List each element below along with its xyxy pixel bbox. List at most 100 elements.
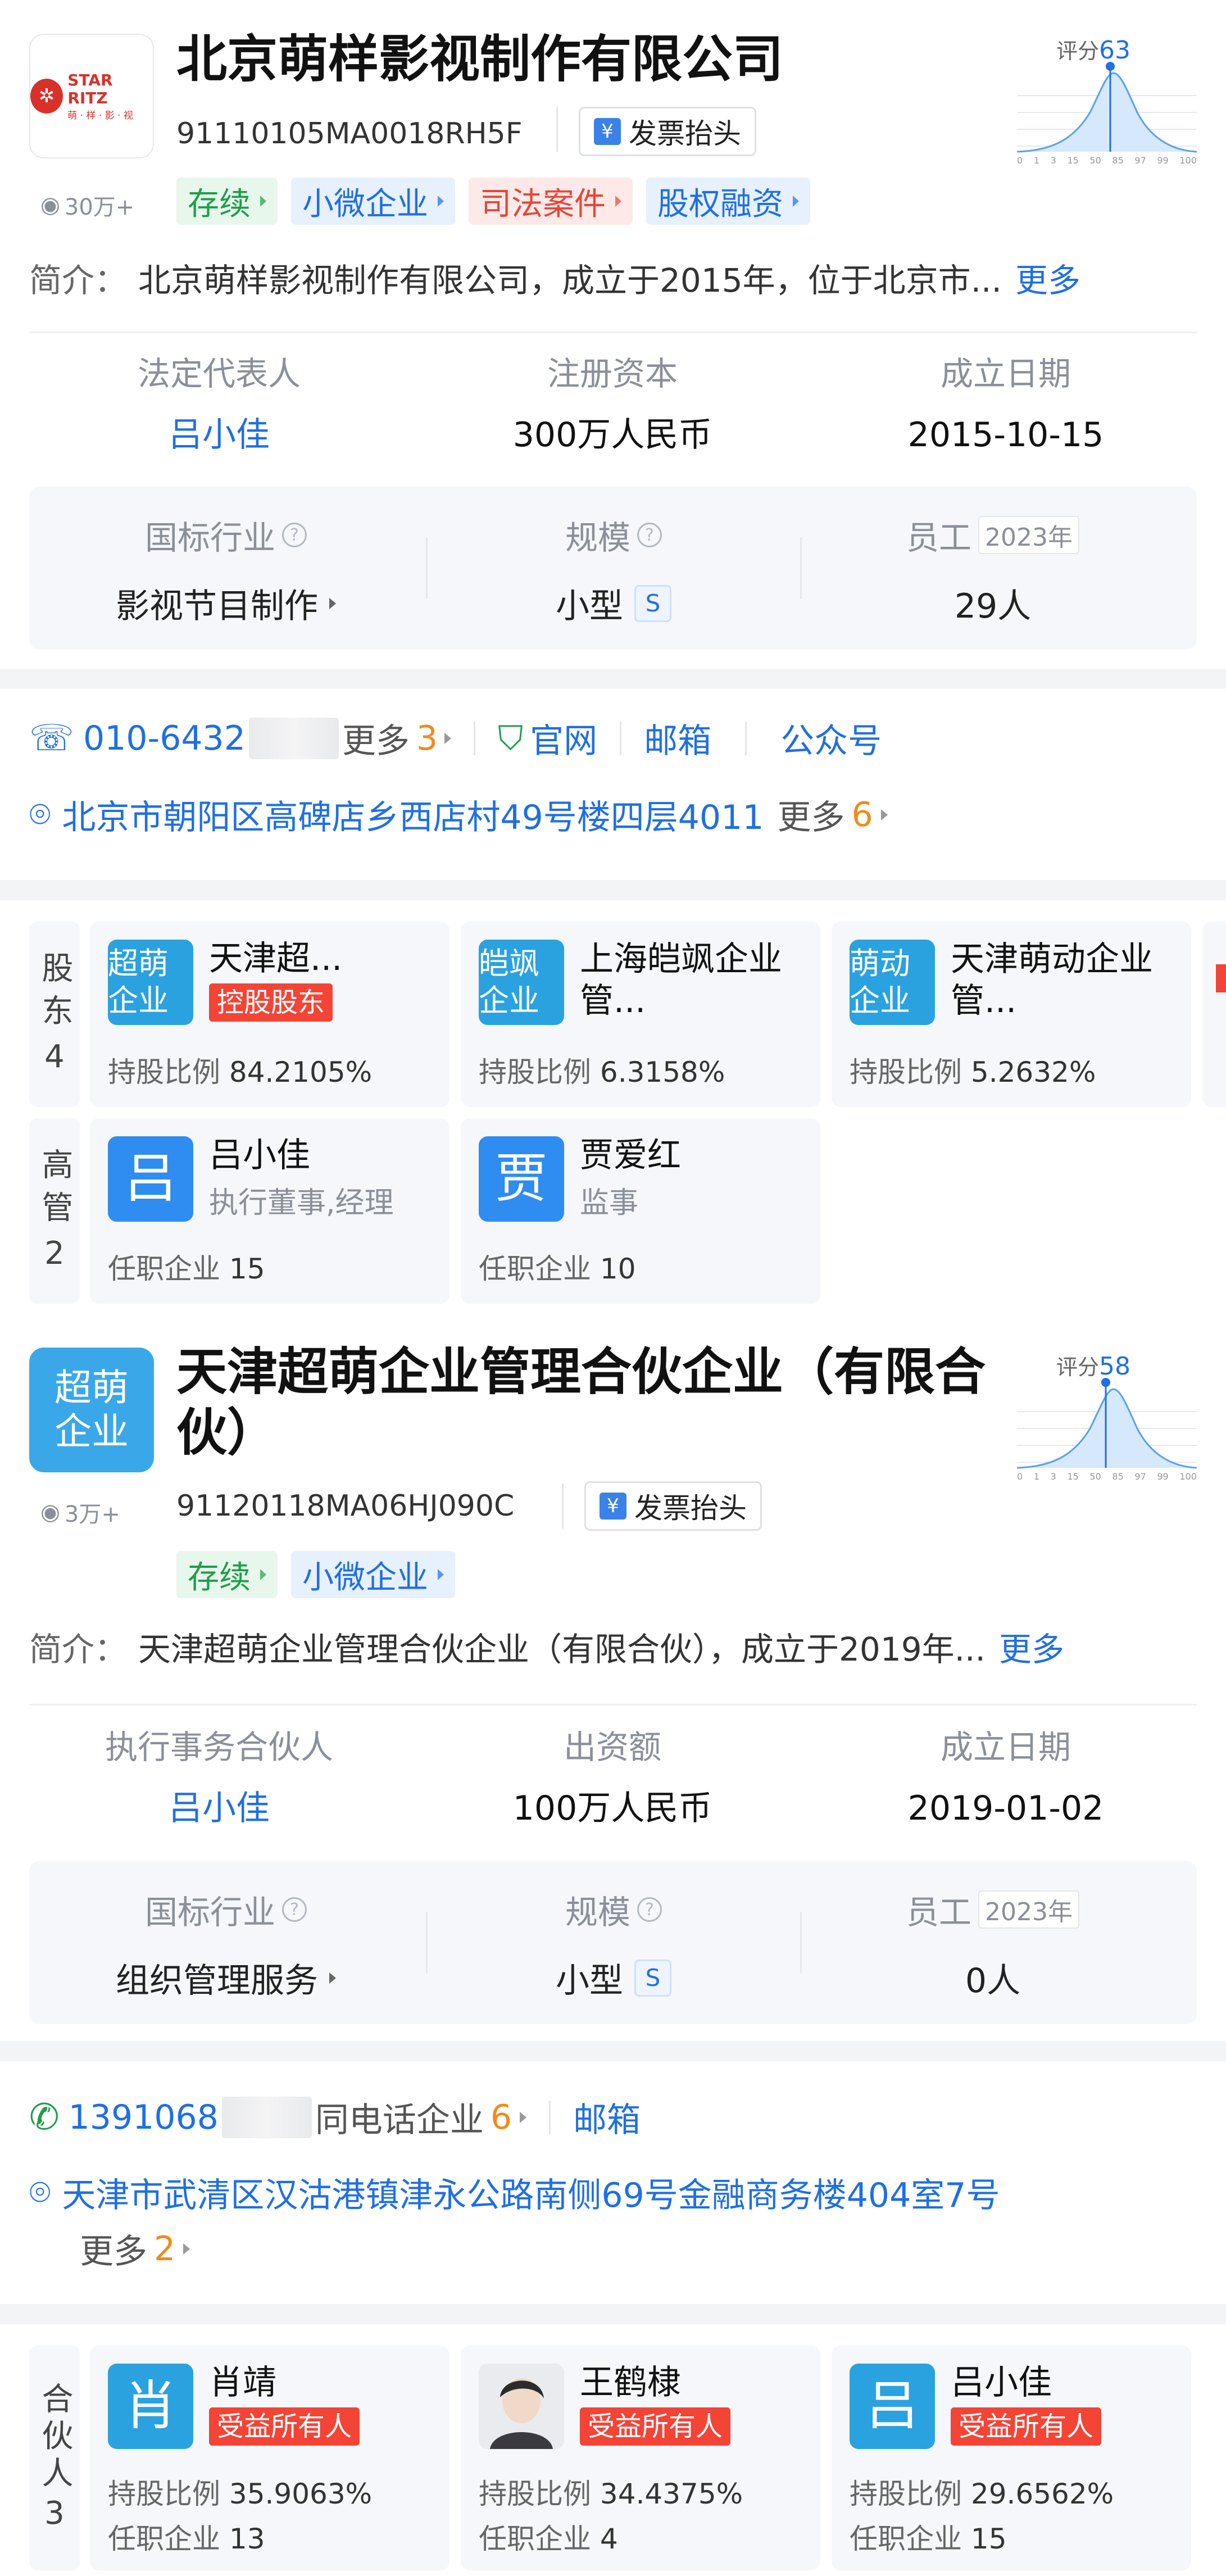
view-count: ◉ 30万+ (40, 189, 134, 221)
phone-number[interactable]: 010-6432 (83, 719, 246, 758)
tag-status[interactable]: 存续 (176, 178, 278, 225)
intro[interactable]: 简介： 北京萌样影视制作有限公司，成立于2015年，位于北京市... 更多 (29, 254, 1080, 301)
manager-avatar: 贾 (479, 1136, 564, 1222)
invoice-icon: ¥ (600, 1493, 626, 1520)
help-icon[interactable]: ? (637, 1897, 662, 1922)
divider (549, 2100, 551, 2134)
shareholder-card-partial[interactable] (1202, 922, 1226, 1107)
partner-link[interactable]: 吕小佳 (79, 1786, 360, 1831)
score-distribution-curve (1017, 1378, 1197, 1469)
shareholder-avatar: 皑飒企业 (479, 940, 564, 1025)
manager-avatar: 吕 (108, 1136, 193, 1222)
stat-value: 29.6562% (970, 2478, 1114, 2510)
tag-judicial[interactable]: 司法案件 (469, 178, 633, 225)
address-row[interactable]: ⌾ 北京市朝阳区高碑店乡西店村49号楼四层4011 更多 6 (29, 790, 888, 839)
company-card-1[interactable]: ✲ STAR RITZ 萌 · 样 · 影 · 视 北京萌样影视制作有限公司 9… (0, 0, 1226, 669)
shareholding: 持股比例 34.4375% (479, 2471, 743, 2512)
contact-row: ✆ 1391068 同电话企业 6 邮箱 (29, 2093, 641, 2142)
stat-label: 任职企业 (108, 2523, 220, 2555)
address-more[interactable]: 更多 2 (80, 2224, 190, 2273)
stat-value: 5.2632% (970, 1056, 1096, 1089)
founded-date: 成立日期 2019-01-02 (865, 1727, 1146, 1831)
website-link[interactable]: 官网 (530, 714, 597, 763)
help-icon[interactable]: ? (637, 523, 662, 547)
address-more-link[interactable]: 更多 (777, 790, 844, 839)
intro-label: 简介： (29, 261, 128, 300)
tag-equity[interactable]: 股权融资 (646, 178, 810, 225)
shareholder-name: 天津超... (209, 939, 343, 978)
partner-card[interactable]: 肖 肖靖 受益所有人 持股比例 35.9063% 任职企业 13 (90, 2346, 449, 2570)
positions: 任职企业 13 (108, 2516, 265, 2557)
industry[interactable]: 国标行业? 影视节目制作 (29, 511, 423, 628)
intro-text: 北京萌样影视制作有限公司，成立于2015年，位于北京市... (138, 261, 1002, 300)
manager-card[interactable]: 吕 吕小佳 执行董事,经理 任职企业 15 (90, 1118, 449, 1304)
caret-right-icon (444, 732, 452, 744)
partner-card[interactable]: 吕 吕小佳 受益所有人 持股比例 29.6562% 任职企业 15 (832, 2346, 1191, 2570)
person-photo-icon (479, 2364, 564, 2449)
positions: 任职企业 15 (850, 2516, 1007, 2557)
same-phone-count: 6 (490, 2097, 512, 2137)
capital-value: 100万人民币 (512, 1789, 712, 1828)
partner-card[interactable]: 王鹤棣 受益所有人 持股比例 34.4375% 任职企业 4 (461, 2346, 820, 2570)
shield-check-icon: ⛉ (498, 718, 524, 758)
credit-code: 91110105MA0018RH5F (176, 117, 523, 151)
manager-card[interactable]: 贾 贾爱红 监事 任职企业 10 (461, 1118, 820, 1304)
positions: 任职企业 15 (108, 1246, 265, 1287)
scale: 规模? 小型 S (434, 1886, 793, 2002)
divider (426, 1912, 428, 1974)
scale-label: 规模 (565, 519, 630, 557)
industry[interactable]: 国标行业? 组织管理服务 (29, 1886, 423, 2002)
phone-icon: ✆ (29, 2096, 60, 2138)
divider (556, 107, 558, 152)
email-link[interactable]: 邮箱 (573, 2093, 641, 2142)
divider (800, 1912, 802, 1974)
company-card-2[interactable]: 超萌企业 天津超萌企业管理合伙企业（有限合伙） ◉ 3万+ 91120118MA0… (0, 1339, 1226, 2041)
tag-status[interactable]: 存续 (176, 1551, 278, 1598)
company-name[interactable]: 天津超萌企业管理合伙企业（有限合伙） (176, 1342, 1002, 1463)
scale-label: 规模 (565, 1893, 630, 1931)
help-icon[interactable]: ? (282, 523, 307, 547)
score-axis-ticks: 0 1 3 15 50 85 97 99 100 (1017, 1471, 1197, 1482)
scale-value: 小型 (556, 587, 623, 626)
help-icon[interactable]: ? (282, 1897, 307, 1922)
intro-more-link[interactable]: 更多 (1015, 261, 1080, 300)
divider (562, 1484, 564, 1529)
score-chart[interactable]: 评分63 0 1 3 15 50 85 97 99 100 (1017, 34, 1197, 169)
stat-label: 持股比例 (479, 2478, 591, 2510)
invoice-button[interactable]: ¥ 发票抬头 (584, 1481, 762, 1531)
divider (29, 1704, 1197, 1706)
score-chart[interactable]: 评分58 0 1 3 15 50 85 97 99 100 (1017, 1350, 1197, 1485)
eye-icon: ◉ (40, 192, 60, 218)
invoice-button[interactable]: ¥ 发票抬头 (579, 107, 756, 156)
shareholders-label: 股东 4 (29, 922, 80, 1107)
address-more-link[interactable]: 更多 (80, 2224, 147, 2273)
phone-number[interactable]: 1391068 (69, 2098, 219, 2137)
section-separator (0, 2041, 1226, 2061)
tag-small-business[interactable]: 小微企业 (291, 178, 455, 225)
phone-more-link[interactable]: 更多 (342, 714, 410, 763)
manager-role: 监事 (580, 1186, 639, 1220)
address-text[interactable]: 北京市朝阳区高碑店乡西店村49号楼四层4011 (62, 790, 764, 839)
staff: 员工 2023年 0人 (810, 1886, 1175, 2002)
shareholder-card[interactable]: 皑飒企业 上海皑飒企业管... 持股比例 6.3158% (461, 922, 820, 1107)
shareholder-card[interactable]: 超萌企业 天津超... 控股股东 持股比例 84.2105% (90, 922, 449, 1107)
invoice-icon: ¥ (594, 118, 621, 145)
intro[interactable]: 简介： 天津超萌企业管理合伙企业（有限合伙），成立于2019年... 更多 (29, 1623, 1064, 1670)
address-row[interactable]: ⌾ 天津市武清区汉沽港镇津永公路南侧69号金融商务楼404室7号 (29, 2168, 1000, 2217)
caret-right-icon (329, 597, 336, 609)
legal-rep-link[interactable]: 吕小佳 (79, 412, 360, 457)
email-link[interactable]: 邮箱 (644, 714, 711, 763)
divider (474, 721, 476, 755)
company-name[interactable]: 北京萌样影视制作有限公司 (176, 29, 783, 90)
phone-icon: ☏ (29, 717, 75, 759)
wechat-link[interactable]: 公众号 (780, 714, 882, 763)
founded-date: 成立日期 2015-10-15 (865, 354, 1146, 457)
shareholder-card[interactable]: 萌动企业 天津萌动企业管... 持股比例 5.2632% (832, 922, 1191, 1107)
partner-name: 肖靖 (209, 2363, 276, 2402)
tag-small-business[interactable]: 小微企业 (291, 1551, 455, 1598)
intro-more-link[interactable]: 更多 (999, 1630, 1064, 1668)
stat-label: 任职企业 (850, 2523, 962, 2555)
address-text[interactable]: 天津市武清区汉沽港镇津永公路南侧69号金融商务楼404室7号 (62, 2168, 1000, 2217)
same-phone-link[interactable]: 同电话企业 (315, 2093, 484, 2142)
section-separator (0, 2304, 1226, 2324)
